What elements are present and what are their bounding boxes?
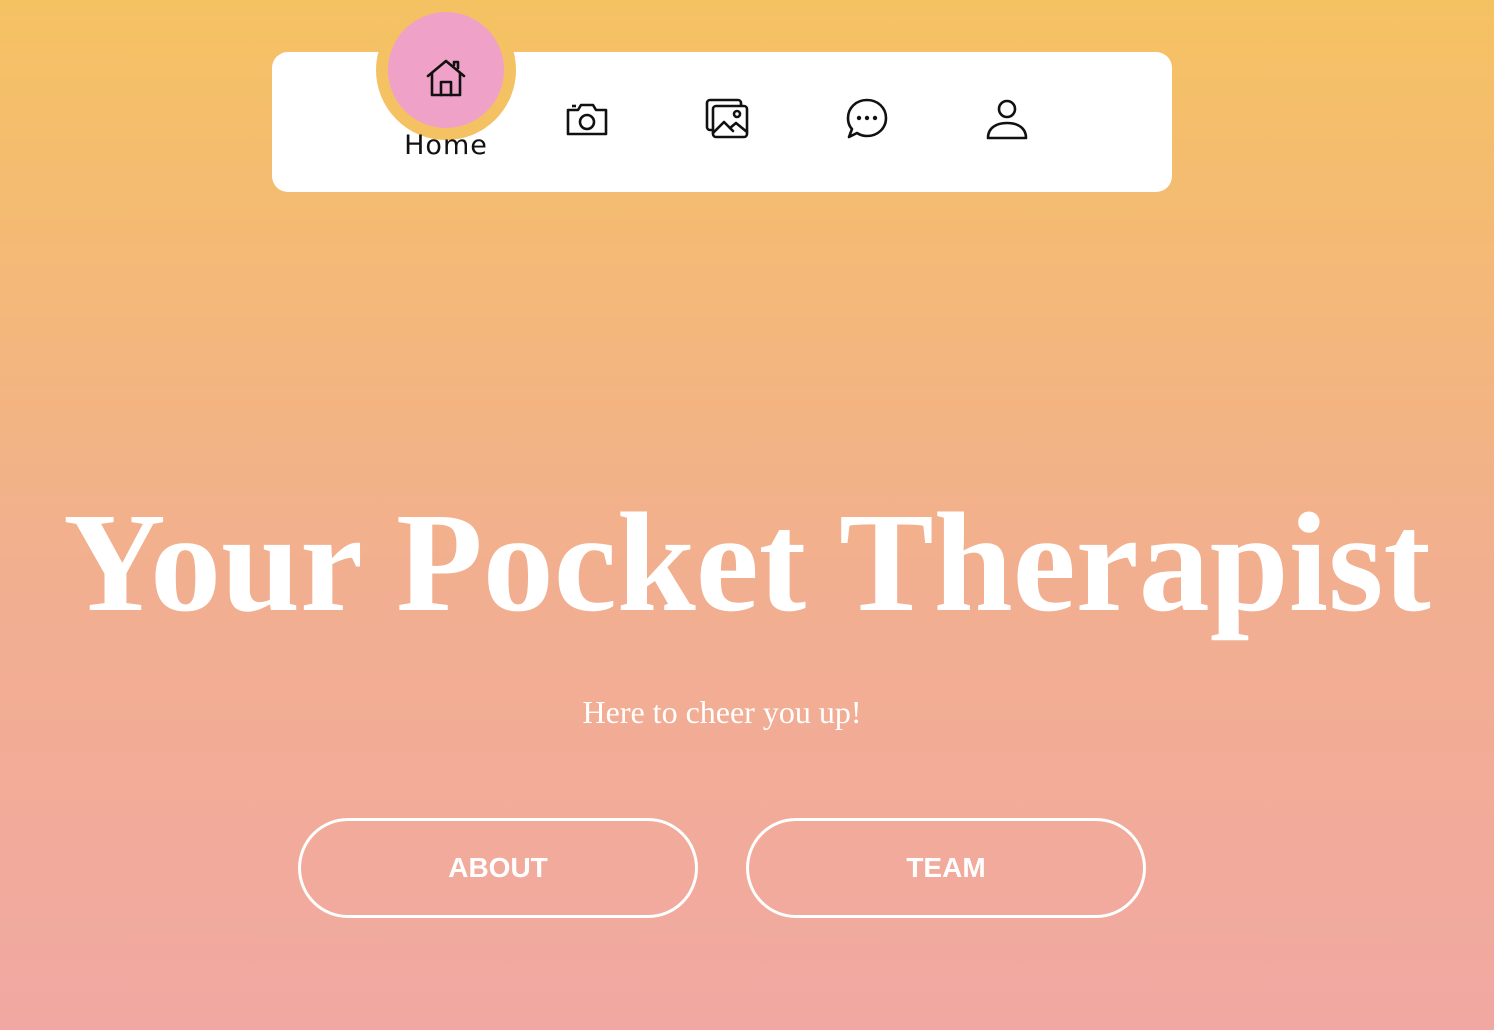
- nav-item-profile[interactable]: [937, 52, 1077, 192]
- hero-subtitle: Here to cheer you up!: [582, 694, 862, 730]
- nav-item-label: Home: [404, 130, 488, 161]
- about-button[interactable]: ABOUT: [298, 818, 698, 918]
- nav-item-gallery[interactable]: [657, 52, 797, 192]
- images-icon: [703, 95, 751, 143]
- camera-icon: [563, 95, 611, 143]
- nav-item-home[interactable]: Home: [376, 0, 516, 192]
- chat-icon: [843, 95, 891, 143]
- navigation-bar: Home: [272, 0, 1172, 192]
- user-icon: [983, 95, 1031, 143]
- hero-title: Your Pocket Therapist: [63, 483, 1431, 641]
- team-button[interactable]: TEAM: [746, 818, 1146, 918]
- nav-item-chat[interactable]: [797, 52, 937, 192]
- home-icon: [422, 54, 470, 102]
- nav-item-camera[interactable]: [517, 52, 657, 192]
